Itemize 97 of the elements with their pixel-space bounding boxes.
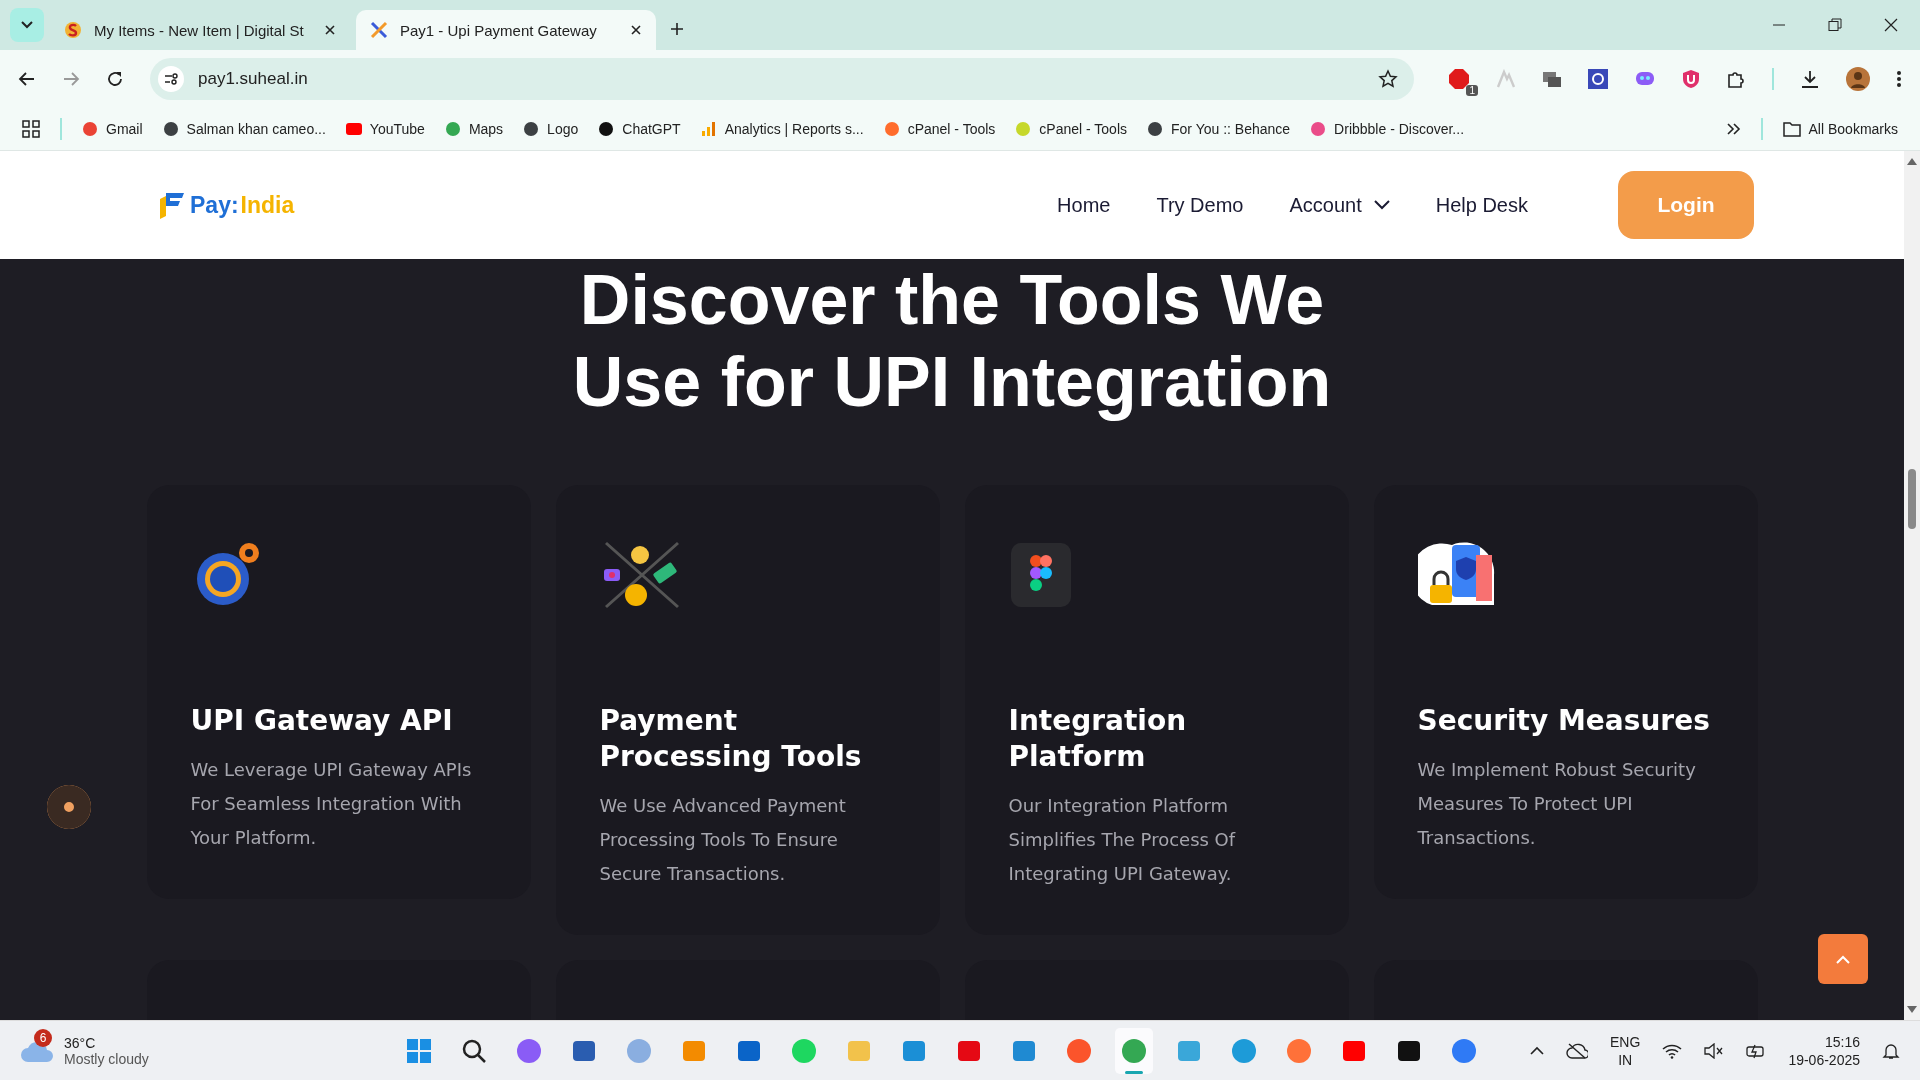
chevron-up-icon xyxy=(1836,954,1850,964)
weather-condition: Mostly cloudy xyxy=(64,1050,149,1067)
download-icon[interactable] xyxy=(1800,68,1820,89)
bookmark-favicon-icon xyxy=(162,120,179,137)
app-icon xyxy=(1230,1036,1258,1065)
card-title: Security Measures xyxy=(1417,703,1711,739)
close-icon[interactable] xyxy=(1884,18,1898,32)
card-title: Integration Platform xyxy=(1008,703,1188,775)
menu-icon[interactable] xyxy=(1896,68,1902,89)
battery-charging-icon[interactable] xyxy=(1746,1042,1767,1059)
bookmark-favicon-icon xyxy=(1147,120,1163,137)
bookmark[interactable]: cPanel - Tools xyxy=(883,120,996,137)
chevron-up-icon[interactable] xyxy=(1530,1046,1545,1055)
nav-link[interactable]: Account xyxy=(1289,193,1390,217)
app-icon xyxy=(790,1036,818,1065)
extension-badge: 1 xyxy=(1466,84,1478,96)
card-description: Our Integration Platform Simplifies The Process Of Integrating UPI Gateway. xyxy=(1008,794,1237,886)
site-settings-icon[interactable] xyxy=(158,65,184,92)
reload-icon[interactable] xyxy=(106,69,124,88)
bookmark-favicon-icon xyxy=(883,120,900,137)
app-icon xyxy=(1065,1036,1093,1065)
wifi-icon[interactable] xyxy=(1662,1042,1683,1059)
card-description: We Implement Robust Security Measures To Protect UPI Transactions. xyxy=(1417,758,1697,850)
bookmark[interactable]: cPanel - Tools xyxy=(1015,120,1127,137)
new-tab-icon[interactable] xyxy=(670,22,684,36)
bookmark-favicon-icon xyxy=(444,120,461,137)
browser-tab[interactable]: Pay1 - Upi Payment Gateway xyxy=(356,10,656,50)
shield-icon[interactable] xyxy=(1682,68,1700,89)
browser-tab[interactable]: My Items - New Item | Digital St xyxy=(50,10,350,50)
double-chevron-icon[interactable] xyxy=(1726,122,1741,135)
app-icon xyxy=(405,1036,433,1065)
bookmark[interactable]: Dribbble - Discover... xyxy=(1310,120,1465,137)
cloud-off-icon[interactable] xyxy=(1566,1042,1589,1059)
address-bar[interactable]: pay1.suheal.in xyxy=(150,57,1414,100)
apps-grid-icon[interactable] xyxy=(22,119,40,138)
bookmark[interactable]: YouTube xyxy=(345,120,425,137)
q-square-icon[interactable] xyxy=(1588,68,1608,89)
app-icon xyxy=(515,1036,543,1065)
chevron-down-icon xyxy=(21,21,33,29)
bookmark-favicon-icon xyxy=(1015,120,1032,137)
clock[interactable]: 15:16 19-06-2025 xyxy=(1788,1032,1860,1069)
section-heading: Discover the Tools We xyxy=(579,260,1325,341)
close-icon[interactable] xyxy=(630,24,642,36)
language-indicator[interactable]: ENG IN xyxy=(1610,1032,1641,1069)
card-title: Payment Processing Tools xyxy=(599,703,863,775)
app-icon xyxy=(1450,1036,1478,1065)
bookmark[interactable]: Salman khan cameo... xyxy=(162,120,326,137)
star-icon[interactable] xyxy=(1378,68,1398,89)
bookmark-favicon-icon xyxy=(523,120,540,137)
bookmark-favicon-icon xyxy=(700,120,717,137)
bookmark-favicon-icon xyxy=(82,120,98,137)
scroll-up-icon[interactable] xyxy=(1907,157,1917,165)
notification-bell-icon[interactable] xyxy=(1882,1041,1900,1060)
scrollbar[interactable] xyxy=(1904,151,1920,1020)
all-bookmarks-link[interactable]: All Bookmarks xyxy=(1782,120,1898,137)
app-icon xyxy=(1285,1036,1313,1065)
url-text: pay1.suheal.in xyxy=(198,68,308,89)
bookmark[interactable]: Analytics | Reports s... xyxy=(700,120,864,137)
nav-link[interactable]: Try Demo xyxy=(1156,193,1244,217)
card-description: We Leverage UPI Gateway APIs For Seamless Integration With Your Platform. xyxy=(190,758,473,850)
bookmark-favicon-icon xyxy=(1310,120,1327,137)
tab-title: My Items - New Item | Digital St xyxy=(94,21,305,39)
nav-link[interactable]: Help Desk xyxy=(1435,193,1528,217)
bookmark[interactable]: Maps xyxy=(444,120,504,137)
tab-list-button[interactable] xyxy=(10,8,44,42)
stop-sign-icon[interactable] xyxy=(1448,67,1470,90)
app-icon xyxy=(1120,1036,1148,1065)
x-logo-icon xyxy=(370,21,388,39)
section-heading: Use for UPI Integration xyxy=(572,342,1332,423)
card-description: We Use Advanced Payment Processing Tools To Ensure Secure Transactions. xyxy=(599,794,847,886)
bookmark[interactable]: Logo xyxy=(523,120,579,137)
logo-text: India xyxy=(240,191,295,219)
app-icon xyxy=(625,1036,653,1065)
card-title: UPI Gateway API xyxy=(190,703,454,739)
bookmark[interactable]: Gmail xyxy=(82,120,143,137)
notification-badge: 6 xyxy=(34,1028,52,1047)
back-arrow-icon[interactable] xyxy=(18,69,36,88)
bookmark[interactable]: ChatGPT xyxy=(598,120,681,137)
s-logo-icon xyxy=(64,21,82,39)
speaker-muted-icon[interactable] xyxy=(1704,1042,1725,1059)
folder-icon xyxy=(1782,120,1801,137)
chevron-down-icon xyxy=(1373,200,1390,210)
bookmark-favicon-icon xyxy=(345,120,362,137)
bookmark-favicon-icon xyxy=(598,120,615,137)
forward-arrow-icon[interactable] xyxy=(62,69,80,88)
tab-title: Pay1 - Upi Payment Gateway xyxy=(400,21,598,39)
figma-logo-icon xyxy=(1008,541,1073,609)
close-icon[interactable] xyxy=(324,24,336,36)
restore-icon[interactable] xyxy=(1828,18,1842,32)
scroll-down-icon[interactable] xyxy=(1907,1006,1917,1014)
nav-link[interactable]: Home xyxy=(1057,193,1111,217)
cursor-dot xyxy=(47,785,91,829)
bookmark[interactable]: For You :: Behance xyxy=(1147,120,1291,137)
logo-text: Pay: xyxy=(190,191,239,219)
scroll-thumb[interactable] xyxy=(1908,469,1916,529)
temperature-text: 36°C xyxy=(64,1034,97,1051)
profile-avatar-icon[interactable] xyxy=(1846,66,1870,91)
